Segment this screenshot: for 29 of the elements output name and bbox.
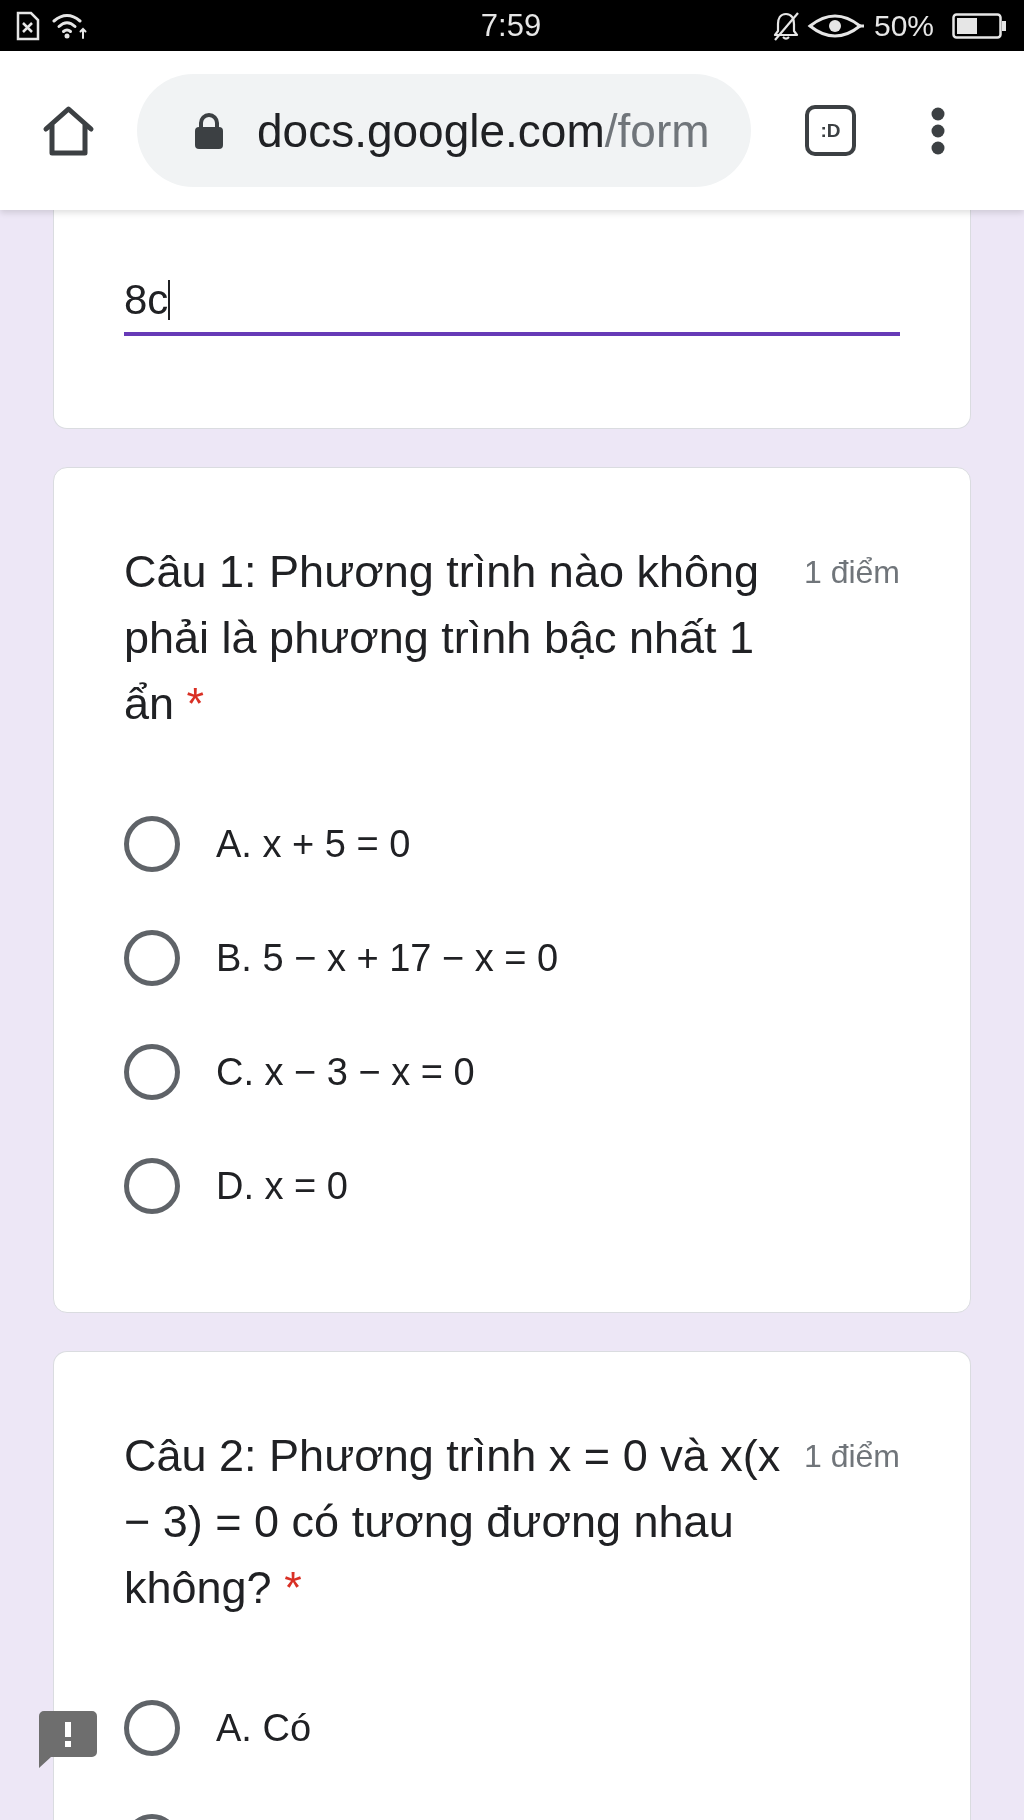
menu-button[interactable] (931, 106, 945, 155)
battery-percent: 50% (873, 10, 934, 41)
radio-button[interactable] (124, 930, 180, 986)
feedback-button[interactable] (39, 1711, 97, 1768)
clock-time: 7:59 (480, 10, 542, 41)
lock-icon (193, 112, 225, 149)
points-label: 1 điểm (803, 1437, 900, 1476)
option-label: A. x + 5 = 0 (216, 821, 411, 867)
option-label: A. Có (216, 1705, 312, 1751)
points-label: 1 điểm (803, 553, 900, 592)
radio-button[interactable] (124, 1158, 180, 1214)
home-button[interactable] (42, 104, 95, 157)
home-icon (42, 104, 95, 157)
sim-card-x-icon (16, 10, 40, 41)
bell-off-icon (772, 10, 799, 41)
question-text: Câu 2: Phương trình x = 0 và x(x − 3) = 0 có tương đương nhau không? * (124, 1429, 782, 1615)
radio-button[interactable] (124, 1044, 180, 1100)
option-label: B. 5 − x + 17 − x = 0 (216, 935, 559, 981)
option-label: C. x − 3 − x = 0 (216, 1049, 475, 1095)
radio-button[interactable] (124, 1700, 180, 1756)
address-bar[interactable]: docs.google.com/form (137, 74, 751, 187)
answer-field[interactable]: 8c (124, 278, 900, 336)
radio-button[interactable] (124, 816, 180, 872)
tab-switcher-button[interactable]: :D (805, 105, 856, 156)
battery-icon (952, 12, 1006, 39)
text-cursor-icon (168, 280, 171, 320)
more-vertical-icon (931, 106, 945, 155)
option-label: D. x = 0 (216, 1163, 348, 1209)
question-text: Câu 1: Phương trình nào không phải là phương trình bậc nhất 1 ẩn * (124, 545, 761, 731)
